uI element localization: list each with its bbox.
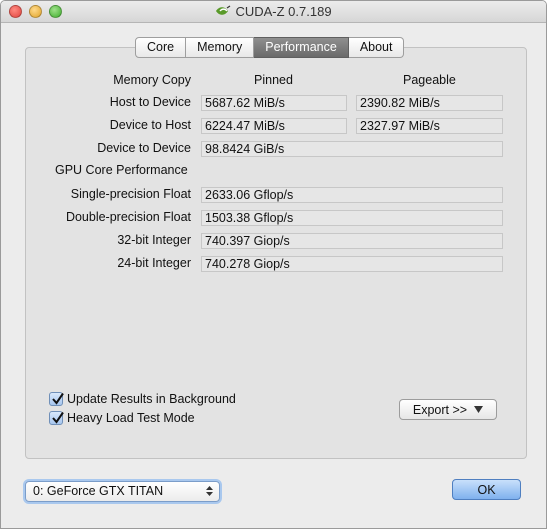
- cuda-z-app-icon: [216, 5, 231, 15]
- chevron-down-icon: [474, 406, 484, 413]
- tab-memory[interactable]: Memory: [186, 37, 255, 58]
- device-to-host-pageable-value: 2327.97 MiB/s: [356, 118, 503, 134]
- ok-button[interactable]: OK: [452, 479, 521, 500]
- heavy-load-option[interactable]: Heavy Load Test Mode: [49, 411, 195, 425]
- host-to-device-pageable-value: 2390.82 MiB/s: [356, 95, 503, 111]
- app-window: CUDA-Z 0.7.189 Core Memory Performance A…: [0, 0, 547, 529]
- memory-copy-section-label: Memory Copy: [113, 73, 191, 87]
- update-background-label: Update Results in Background: [67, 392, 236, 406]
- heavy-load-checkbox[interactable]: [49, 411, 64, 425]
- int24-label: 24-bit Integer: [117, 256, 191, 270]
- tab-about[interactable]: About: [348, 37, 405, 58]
- export-button[interactable]: Export >>: [399, 399, 497, 420]
- double-precision-float-value: 1503.38 Gflop/s: [201, 210, 503, 226]
- window-title: CUDA-Z 0.7.189: [235, 4, 332, 19]
- tab-bar: Core Memory Performance About: [135, 37, 405, 58]
- updown-arrows-icon: [206, 486, 213, 496]
- title-bar: CUDA-Z 0.7.189: [1, 1, 546, 23]
- int32-value: 740.397 Giop/s: [201, 233, 503, 249]
- single-precision-float-value: 2633.06 Gflop/s: [201, 187, 503, 203]
- device-to-host-pinned-value: 6224.47 MiB/s: [201, 118, 347, 134]
- int32-label: 32-bit Integer: [117, 233, 191, 247]
- device-to-device-value: 98.8424 GiB/s: [201, 141, 503, 157]
- checkmark-icon: [52, 392, 64, 405]
- device-select-value: 0: GeForce GTX TITAN: [33, 484, 164, 498]
- checkmark-icon: [52, 411, 64, 424]
- tab-core[interactable]: Core: [135, 37, 187, 58]
- pageable-column-header: Pageable: [403, 73, 456, 87]
- update-background-option[interactable]: Update Results in Background: [49, 392, 236, 406]
- tab-performance[interactable]: Performance: [254, 37, 349, 58]
- window-title-wrap: CUDA-Z 0.7.189: [1, 4, 546, 19]
- gpu-core-performance-section-label: GPU Core Performance: [55, 163, 188, 177]
- heavy-load-label: Heavy Load Test Mode: [67, 411, 195, 425]
- device-select[interactable]: 0: GeForce GTX TITAN: [25, 481, 220, 502]
- ok-button-label: OK: [477, 482, 496, 497]
- device-to-device-label: Device to Device: [97, 141, 191, 155]
- single-precision-float-label: Single-precision Float: [70, 187, 191, 201]
- update-background-checkbox[interactable]: [49, 392, 64, 406]
- export-button-label: Export >>: [412, 402, 468, 417]
- pinned-column-header: Pinned: [254, 73, 293, 87]
- host-to-device-label: Host to Device: [109, 95, 191, 109]
- host-to-device-pinned-value: 5687.62 MiB/s: [201, 95, 347, 111]
- int24-value: 740.278 Giop/s: [201, 256, 503, 272]
- double-precision-float-label: Double-precision Float: [65, 210, 191, 224]
- device-to-host-label: Device to Host: [109, 118, 191, 132]
